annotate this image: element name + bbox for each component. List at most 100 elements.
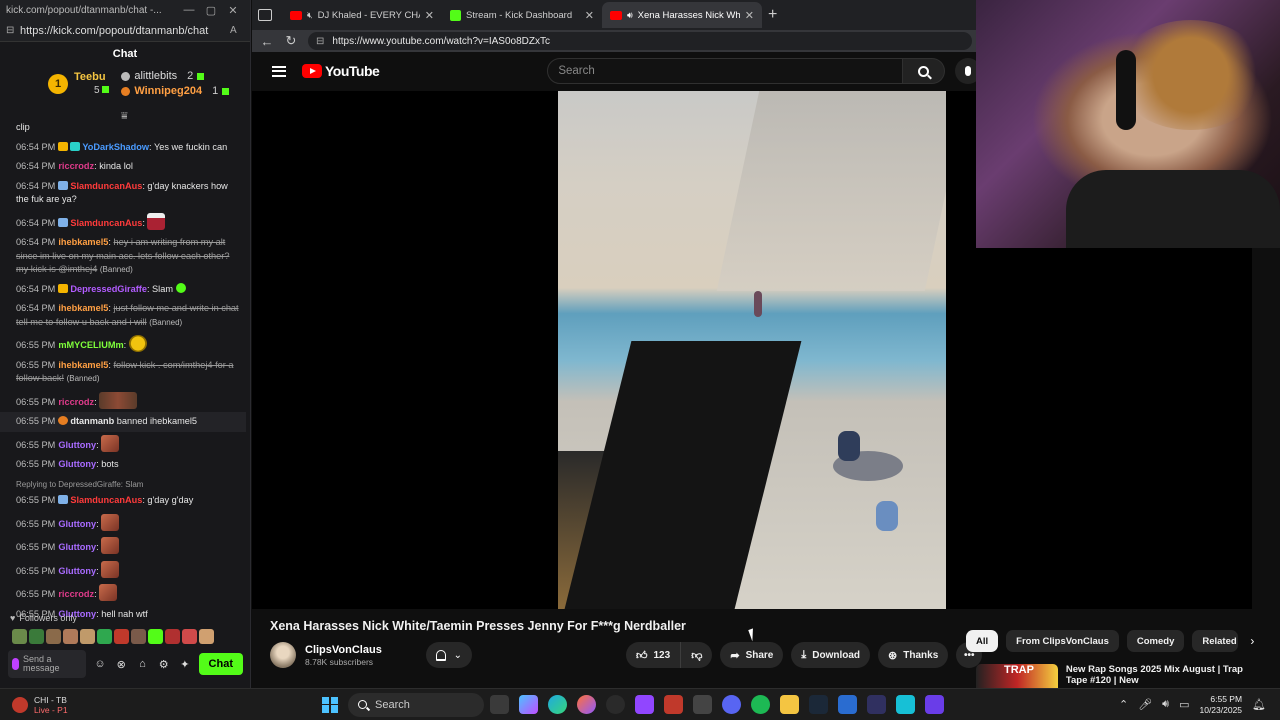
send-chat-button[interactable]: Chat [198, 653, 243, 675]
emote-thumb[interactable] [199, 628, 214, 644]
chat-message[interactable]: 06:54 PM YoDarkShadow: Yes we fuckin can [0, 138, 246, 158]
youtube-logo[interactable]: YouTube [302, 63, 380, 79]
obs-icon[interactable] [606, 695, 625, 714]
stream-widget[interactable]: CHI - TB Live - P1 [0, 695, 300, 715]
menu-icon[interactable] [272, 65, 286, 77]
chevron-right-icon[interactable]: › [1250, 634, 1254, 648]
download-button[interactable]: ⤓ Download [791, 642, 871, 668]
message-username[interactable]: ihebkamel5 [58, 237, 108, 247]
message-username[interactable]: mMYCELIUMm [58, 340, 123, 350]
network-icon[interactable]: ▭ [1179, 698, 1189, 711]
message-username[interactable]: riccrodz [58, 397, 94, 407]
mod-tools-icon[interactable]: ✦ [177, 658, 192, 671]
back-arrow-icon[interactable]: ← [260, 34, 274, 49]
message-username[interactable]: ihebkamel5 [58, 360, 108, 370]
chat-message-input[interactable]: Send a message [8, 650, 87, 678]
message-username[interactable]: ihebkamel5 [58, 303, 108, 313]
emote-thumb[interactable] [80, 628, 95, 644]
tab-xena-video[interactable]: 🔊︎ Xena Harasses Nick White/Taemin ✕ [602, 2, 762, 28]
app-dark-icon[interactable] [867, 695, 886, 714]
app-blue-icon[interactable] [838, 695, 857, 714]
gift-leaderboard[interactable]: 1 Teebu 5 alittlebits 2 Winnipeg204 1 [0, 66, 250, 102]
site-info-icon[interactable]: ⊟ [6, 25, 20, 36]
microphone-tray-icon[interactable]: 🎤︎ [1138, 698, 1152, 711]
microphone-icon[interactable] [12, 658, 20, 670]
chip-all[interactable]: All [966, 630, 999, 652]
chat-message[interactable]: 06:54 PM ihebkamel5: just follow me and w… [0, 299, 246, 332]
muted-speaker-icon[interactable]: 🔇︎ [307, 10, 313, 21]
message-username[interactable]: SlamduncanAus [70, 218, 142, 228]
windows-start-icon[interactable] [322, 696, 338, 713]
chat-message[interactable]: clip [0, 118, 246, 138]
message-username[interactable]: Gluttony [58, 440, 96, 450]
tab-kick-dashboard[interactable]: Stream - Kick Dashboard ✕ [442, 2, 602, 28]
edge-icon[interactable] [548, 695, 567, 714]
dislike-button[interactable]: 👎︎ [681, 642, 713, 668]
site-info-icon[interactable]: ⊟ [316, 36, 324, 47]
message-username[interactable]: Gluttony [58, 459, 96, 469]
speaker-icon[interactable]: 🔊︎ [627, 10, 633, 21]
volume-icon[interactable]: 🔊︎ [1162, 698, 1169, 711]
message-username[interactable]: SlamduncanAus [70, 495, 142, 505]
spotify-icon[interactable] [751, 695, 770, 714]
tray-overflow-icon[interactable]: ⌃ [1119, 698, 1128, 711]
tab-actions-icon[interactable] [258, 9, 272, 21]
message-username[interactable]: dtanmanb [70, 416, 114, 426]
emote-thumb[interactable] [114, 628, 129, 644]
tab-close-icon[interactable]: ✕ [745, 9, 754, 22]
message-username[interactable]: Gluttony [58, 542, 96, 552]
file-explorer-icon[interactable] [780, 695, 799, 714]
app-cyan-icon[interactable] [896, 695, 915, 714]
discord-icon[interactable] [722, 695, 741, 714]
close-icon[interactable]: ✕ [222, 4, 244, 17]
message-username[interactable]: SlamduncanAus [70, 181, 142, 191]
emote-thumb[interactable] [29, 628, 44, 644]
emote-picker-icon[interactable]: ☺ [92, 658, 107, 670]
itunes-icon[interactable] [693, 695, 712, 714]
firefox-icon[interactable] [577, 695, 596, 714]
chip-from-channel[interactable]: From ClipsVonClaus [1006, 630, 1119, 652]
channel-avatar[interactable] [270, 642, 296, 668]
maximize-icon[interactable]: ▢ [200, 4, 222, 17]
message-username[interactable]: riccrodz [58, 161, 94, 171]
chat-message[interactable]: 06:54 PM ihebkamel5: hey i am writing fro… [0, 233, 246, 280]
binoculars-icon[interactable]: ⊗ [114, 658, 129, 671]
store-icon[interactable]: ⌂ [135, 658, 150, 670]
chat-message[interactable]: 06:55 PM Gluttony: [0, 534, 246, 558]
twitch-icon[interactable] [635, 695, 654, 714]
url-field[interactable]: ⊟ https://www.youtube.com/watch?v=IAS0o8… [308, 32, 972, 50]
chat-message[interactable]: 06:54 PM DepressedGiraffe: Slam [0, 280, 246, 300]
emote-thumb[interactable] [182, 628, 197, 644]
emote-thumb[interactable] [148, 628, 163, 644]
task-view-icon[interactable] [490, 695, 509, 714]
message-username[interactable]: YoDarkShadow [82, 142, 149, 152]
chat-message[interactable]: 06:55 PM Gluttony: [0, 558, 246, 582]
emote-thumb[interactable] [131, 628, 146, 644]
steam-icon[interactable] [809, 695, 828, 714]
reload-icon[interactable]: ↻ [284, 33, 298, 49]
emote-thumb[interactable] [97, 628, 112, 644]
youtube-search-input[interactable]: Search [547, 58, 904, 84]
taskbar-search[interactable]: Search [348, 692, 484, 717]
system-message[interactable]: 06:55 PM dtanmanb banned ihebkamel5 [0, 412, 246, 432]
chat-message[interactable]: 06:55 PM SlamduncanAus: g'day g'day [0, 491, 246, 511]
chat-message[interactable]: 06:55 PM Gluttony: bots [0, 455, 246, 475]
settings-gear-icon[interactable]: ⚙ [156, 658, 171, 671]
thanks-button[interactable]: ⊛ Thanks [878, 642, 949, 668]
chip-comedy[interactable]: Comedy [1126, 630, 1185, 652]
message-username[interactable]: riccrodz [58, 589, 94, 599]
message-username[interactable]: Gluttony [58, 566, 96, 576]
notification-bell-icon[interactable]: 🔔︎ [1252, 698, 1266, 711]
related-video-item[interactable]: TRAP New Rap Songs 2025 Mix August | Tra… [976, 664, 1266, 688]
app-red-icon[interactable] [664, 695, 683, 714]
chat-message[interactable]: 06:55 PM mMYCELIUMm: [0, 332, 246, 356]
notifications-button[interactable]: ⌄ [425, 642, 472, 668]
share-button[interactable]: ➦ Share [720, 642, 784, 668]
chip-related[interactable]: Related [1192, 630, 1239, 652]
message-username[interactable]: DepressedGiraffe [70, 284, 147, 294]
chat-message[interactable]: 06:55 PM Gluttony: [0, 432, 246, 456]
chat-message[interactable]: 06:55 PM riccrodz: [0, 389, 246, 413]
youtube-search-button[interactable] [903, 58, 946, 84]
channel-name[interactable]: ClipsVonClaus [305, 644, 382, 656]
message-username[interactable]: Gluttony [58, 519, 96, 529]
